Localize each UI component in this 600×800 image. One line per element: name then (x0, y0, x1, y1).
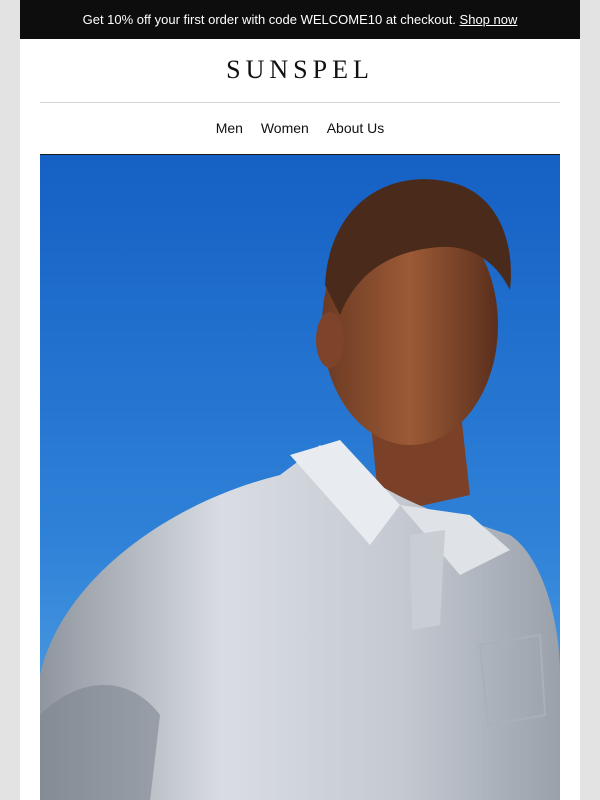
shop-now-link[interactable]: Shop now (460, 12, 518, 27)
nav-item-women[interactable]: Women (261, 120, 309, 136)
promo-text: Get 10% off your first order with code W… (82, 12, 456, 27)
header-divider (40, 102, 560, 103)
email-page: Get 10% off your first order with code W… (20, 0, 580, 800)
hero-photo (40, 155, 560, 800)
brand-logo[interactable]: SUNSPEL (20, 52, 580, 88)
nav-item-about-us[interactable]: About Us (327, 120, 385, 136)
main-nav: Men Women About Us (20, 118, 580, 138)
promo-banner: Get 10% off your first order with code W… (20, 0, 580, 39)
hero-image[interactable] (40, 154, 560, 800)
nav-item-men[interactable]: Men (216, 120, 243, 136)
